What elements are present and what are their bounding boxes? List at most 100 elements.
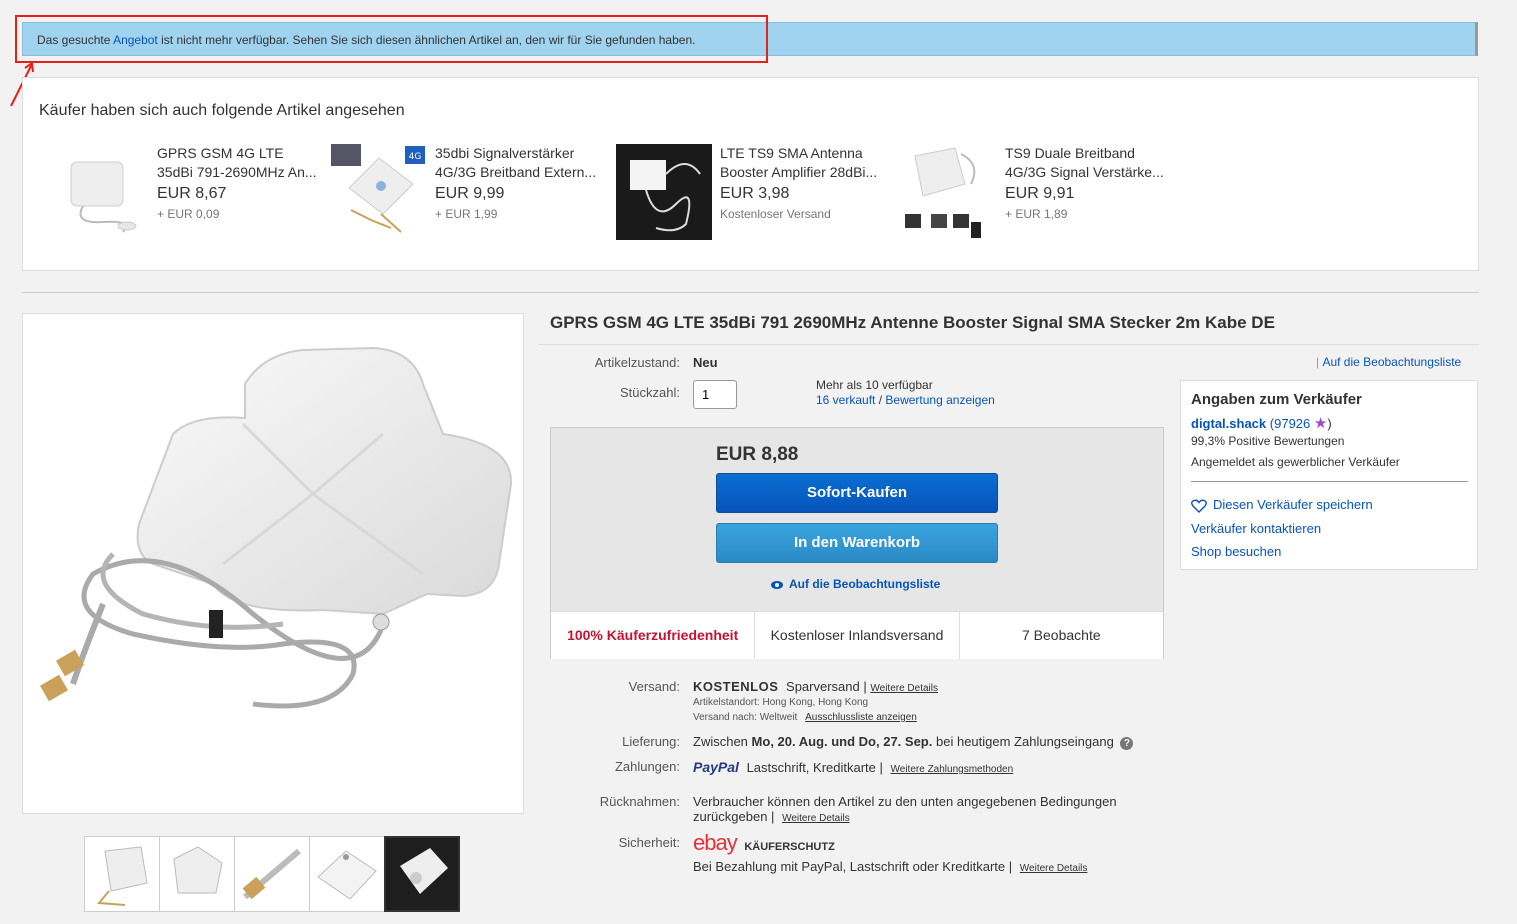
sold-row: 16 verkauft / Bewertung anzeigen	[816, 393, 995, 407]
seller-name-row: digtal.shack (97926 ★)	[1191, 415, 1332, 432]
similar-item-shipping: + EUR 0,09	[157, 207, 220, 221]
more-payment-link[interactable]: Weitere Zahlungsmethoden	[891, 764, 1014, 775]
similar-item-title-line1[interactable]: 35dbi Signalverstärker	[435, 144, 605, 163]
similar-item-price: EUR 8,67	[157, 185, 227, 202]
seller-score-link[interactable]: 97926	[1274, 416, 1310, 431]
watchlist-top-link-text[interactable]: Auf die Beobachtungsliste	[1322, 355, 1461, 369]
contact-seller-row[interactable]: Verkäufer kontaktieren	[1191, 521, 1321, 536]
ships-to-row: Versand nach: Weltweit Ausschlussliste a…	[693, 712, 917, 723]
help-icon[interactable]: ?	[1120, 737, 1134, 750]
rating-link[interactable]: Bewertung anzeigen	[885, 393, 994, 407]
quantity-input[interactable]	[693, 380, 737, 409]
buyer-protection-label: KÄUFERSCHUTZ	[744, 841, 835, 853]
similar-item-price: EUR 3,98	[720, 185, 790, 202]
payment-row: PayPal Lastschrift, Kreditkarte | Weiter…	[693, 759, 1013, 775]
paypal-logo: PayPal	[693, 759, 739, 775]
quantity-label: Stückzahl:	[620, 385, 680, 400]
returns-row: Verbraucher können den Artikel zu den un…	[693, 794, 1133, 826]
visit-shop-row[interactable]: Shop besuchen	[1191, 544, 1281, 559]
returns-details-link[interactable]: Weitere Details	[782, 813, 850, 824]
similar-item-price: EUR 9,99	[435, 185, 505, 202]
similar-item-image[interactable]: 4G	[331, 144, 427, 240]
item-location: Artikelstandort: Hong Kong, Hong Kong	[693, 697, 869, 708]
seller-type: Angemeldet als gewerblicher Verkäufer	[1191, 455, 1400, 469]
seller-name-link[interactable]: digtal.shack	[1191, 416, 1266, 431]
heart-icon	[1191, 499, 1207, 513]
delivery-row: Zwischen Mo, 20. Aug. und Do, 27. Sep. b…	[693, 734, 1134, 750]
similar-item-title-line2[interactable]: 35dBi 791-2690MHz An...	[157, 163, 327, 182]
thumbnail-image[interactable]	[234, 836, 310, 912]
shipping-type: Sparversand	[786, 679, 860, 694]
similar-item-image[interactable]	[901, 144, 997, 240]
free-shipping-stat: Kostenloser Inlandsversand	[755, 612, 960, 659]
svg-text:4G: 4G	[409, 152, 422, 162]
similar-item-image[interactable]	[53, 144, 149, 240]
returns-text: Verbraucher können den Artikel zu den un…	[693, 794, 1117, 824]
buyer-satisfaction-stat: 100% Käuferzufriedenheit	[551, 612, 756, 659]
item-title: GPRS GSM 4G LTE 35dBi 791 2690MHz Antenn…	[550, 313, 1275, 332]
delivery-label: Lieferung:	[622, 734, 680, 749]
shipping-free: KOSTENLOS	[693, 679, 779, 694]
delivery-dates: Mo, 20. Aug. und Do, 27. Sep.	[751, 734, 933, 749]
payment-methods: Lastschrift, Kreditkarte |	[746, 760, 883, 775]
watchlist-top-link[interactable]: | Auf die Beobachtungsliste	[1316, 355, 1461, 369]
similar-item[interactable]: TS9 Duale Breitband 4G/3G Signal Verstär…	[901, 144, 1186, 240]
similar-item-title-line1[interactable]: GPRS GSM 4G LTE	[157, 144, 327, 163]
main-product-image[interactable]	[22, 313, 524, 814]
watchlist-link-text[interactable]: Auf die Beobachtungsliste	[789, 577, 940, 591]
ships-to: Versand nach: Weltweit	[693, 712, 798, 723]
buy-box: EUR 8,88 Sofort-Kaufen In den Warenkorb …	[550, 427, 1164, 659]
security-label: Sicherheit:	[618, 835, 680, 850]
visit-shop-link[interactable]: Shop besuchen	[1191, 544, 1281, 559]
item-stats-bar: 100% Käuferzufriedenheit Kostenloser Inl…	[551, 611, 1163, 659]
thumbnail-image[interactable]	[159, 836, 235, 912]
similar-item-shipping: Kostenloser Versand	[720, 207, 831, 221]
security-row: Bei Bezahlung mit PayPal, Lastschrift od…	[693, 859, 1087, 874]
thumbnail-image-selected[interactable]	[384, 836, 460, 912]
thumbnail-image[interactable]	[84, 836, 160, 912]
available-text: Mehr als 10 verfügbar	[816, 378, 933, 392]
security-text: Bei Bezahlung mit PayPal, Lastschrift od…	[693, 859, 1013, 874]
exclusions-link[interactable]: Ausschlussliste anzeigen	[805, 712, 917, 723]
seller-divider	[1191, 481, 1468, 482]
condition-value: Neu	[693, 355, 718, 370]
section-divider	[22, 292, 1479, 293]
similar-item-title-line1[interactable]: TS9 Duale Breitband	[1005, 144, 1175, 163]
similar-item-title-line1[interactable]: LTE TS9 SMA Antenna	[720, 144, 890, 163]
condition-label: Artikelzustand:	[594, 355, 680, 370]
returns-label: Rücknahmen:	[599, 794, 680, 809]
similar-item[interactable]: LTE TS9 SMA Antenna Booster Amplifier 28…	[616, 144, 901, 240]
save-seller-link[interactable]: Diesen Verkäufer speichern	[1213, 497, 1373, 512]
contact-seller-link[interactable]: Verkäufer kontaktieren	[1191, 521, 1321, 536]
similar-item-image[interactable]	[616, 144, 712, 240]
star-icon: ★	[1313, 415, 1328, 432]
similar-item[interactable]: GPRS GSM 4G LTE 35dBi 791-2690MHz An... …	[53, 144, 338, 240]
similar-item[interactable]: 4G 35dbi Signalverstärker 4G/3G Breitban…	[331, 144, 616, 240]
seller-info-box: Angaben zum Verkäufer digtal.shack (9792…	[1180, 380, 1478, 570]
shipping-row: KOSTENLOS Sparversand | Weitere Details	[693, 679, 938, 694]
watchers-stat: 7 Beobachte	[1022, 627, 1101, 643]
security-details-link[interactable]: Weitere Details	[1020, 863, 1088, 874]
save-seller-row[interactable]: Diesen Verkäufer speichern	[1191, 497, 1373, 513]
seller-positive-feedback: 99,3% Positive Bewertungen	[1191, 434, 1345, 448]
delivery-suffix: bei heutigem Zahlungseingang	[936, 734, 1114, 749]
thumbnail-image[interactable]	[309, 836, 385, 912]
similar-item-title-line2[interactable]: Booster Amplifier 28dBi...	[720, 163, 890, 182]
similar-item-shipping: + EUR 1,99	[435, 207, 498, 221]
ebay-logo: ebay	[693, 830, 738, 855]
similar-item-title-line2[interactable]: 4G/3G Breitband Extern...	[435, 163, 605, 182]
buy-now-button[interactable]: Sofort-Kaufen	[716, 473, 998, 513]
buyer-protection-row: ebay KÄUFERSCHUTZ	[693, 830, 835, 856]
watchlist-link[interactable]: Auf die Beobachtungsliste	[771, 577, 940, 591]
shipping-details-link[interactable]: Weitere Details	[870, 683, 938, 694]
sold-link[interactable]: 16 verkauft	[816, 393, 875, 407]
add-to-cart-button[interactable]: In den Warenkorb	[716, 523, 998, 563]
similar-items-panel: Käufer haben sich auch folgende Artikel …	[22, 77, 1479, 271]
seller-info-title: Angaben zum Verkäufer	[1191, 391, 1362, 408]
payment-label: Zahlungen:	[614, 759, 680, 774]
similar-item-shipping: + EUR 1,89	[1005, 207, 1068, 221]
similar-item-title-line2[interactable]: 4G/3G Signal Verstärke...	[1005, 163, 1175, 182]
delivery-prefix: Zwischen	[693, 734, 748, 749]
item-price: EUR 8,88	[716, 444, 799, 465]
eye-icon	[771, 580, 783, 589]
